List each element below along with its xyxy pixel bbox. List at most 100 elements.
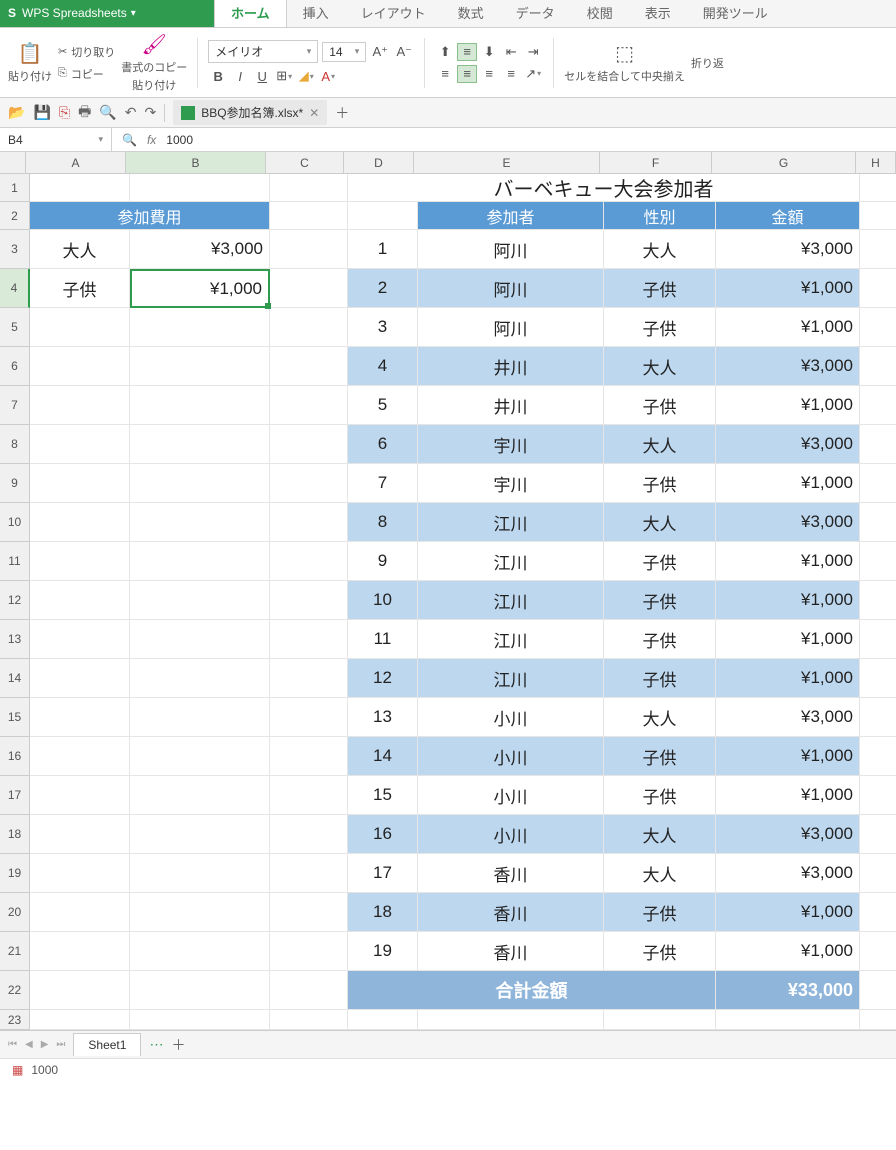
cell[interactable]	[130, 464, 270, 503]
list-num[interactable]: 9	[348, 542, 418, 581]
cell[interactable]	[860, 464, 896, 503]
cell[interactable]	[270, 932, 348, 971]
indent-inc-icon[interactable]: ⇥	[523, 43, 543, 61]
indent-dec-icon[interactable]: ⇤	[501, 43, 521, 61]
list-name[interactable]: 井川	[418, 347, 604, 386]
list-name[interactable]: 江川	[418, 542, 604, 581]
save-icon[interactable]: 💾	[33, 104, 50, 121]
cell[interactable]	[860, 503, 896, 542]
cell[interactable]	[860, 932, 896, 971]
cell[interactable]	[860, 1010, 896, 1030]
cell[interactable]	[30, 503, 130, 542]
list-amt[interactable]: ¥1,000	[716, 581, 860, 620]
row-header-6[interactable]: 6	[0, 347, 30, 386]
cell[interactable]	[860, 620, 896, 659]
tab-review[interactable]: 校閲	[571, 0, 629, 27]
cell[interactable]	[270, 620, 348, 659]
row-header-12[interactable]: 12	[0, 581, 30, 620]
close-tab-icon[interactable]: ✕	[309, 106, 319, 120]
merge-button[interactable]: ⬚ セルを結合して中央揃え	[564, 41, 685, 84]
tab-home[interactable]: ホーム	[214, 0, 287, 27]
cell[interactable]	[860, 776, 896, 815]
tab-view[interactable]: 表示	[629, 0, 687, 27]
row-header-14[interactable]: 14	[0, 659, 30, 698]
cell[interactable]	[270, 269, 348, 308]
row-header-20[interactable]: 20	[0, 893, 30, 932]
list-amt[interactable]: ¥1,000	[716, 386, 860, 425]
list-amt[interactable]: ¥3,000	[716, 425, 860, 464]
row-header-15[interactable]: 15	[0, 698, 30, 737]
list-amt[interactable]: ¥3,000	[716, 230, 860, 269]
list-sex[interactable]: 大人	[604, 854, 716, 893]
cell[interactable]	[30, 893, 130, 932]
tab-dev[interactable]: 開発ツール	[687, 0, 784, 27]
cell[interactable]	[30, 659, 130, 698]
sheet-nav-last-icon[interactable]: ⏭	[56, 1039, 65, 1050]
list-num[interactable]: 4	[348, 347, 418, 386]
list-num[interactable]: 14	[348, 737, 418, 776]
list-name[interactable]: 阿川	[418, 230, 604, 269]
list-amt[interactable]: ¥3,000	[716, 854, 860, 893]
cell[interactable]	[270, 1010, 348, 1030]
cell[interactable]	[860, 581, 896, 620]
cell[interactable]	[270, 971, 348, 1010]
row-header-23[interactable]: 23	[0, 1010, 30, 1030]
cell[interactable]	[270, 542, 348, 581]
list-sex[interactable]: 子供	[604, 776, 716, 815]
cell[interactable]	[30, 698, 130, 737]
list-num[interactable]: 1	[348, 230, 418, 269]
cell[interactable]	[270, 347, 348, 386]
list-amt[interactable]: ¥1,000	[716, 659, 860, 698]
cell[interactable]	[860, 269, 896, 308]
cell[interactable]	[860, 202, 896, 230]
cell[interactable]	[860, 971, 896, 1010]
list-sex[interactable]: 子供	[604, 620, 716, 659]
cell[interactable]	[270, 893, 348, 932]
list-num[interactable]: 12	[348, 659, 418, 698]
list-num[interactable]: 6	[348, 425, 418, 464]
row-header-4[interactable]: 4	[0, 269, 30, 308]
cell[interactable]	[270, 503, 348, 542]
list-header-sex[interactable]: 性別	[604, 202, 716, 230]
list-num[interactable]: 7	[348, 464, 418, 503]
cell[interactable]	[860, 737, 896, 776]
cell[interactable]	[130, 698, 270, 737]
cell[interactable]	[130, 737, 270, 776]
row-header-5[interactable]: 5	[0, 308, 30, 347]
row-header-17[interactable]: 17	[0, 776, 30, 815]
list-sex[interactable]: 大人	[604, 503, 716, 542]
copy-button[interactable]: ⎘コピー	[58, 66, 115, 82]
list-num[interactable]: 8	[348, 503, 418, 542]
sheet-title[interactable]: バーベキュー大会参加者	[348, 174, 860, 202]
col-header-B[interactable]: B	[126, 152, 266, 174]
align-top-icon[interactable]: ⬆	[435, 43, 455, 61]
font-select[interactable]: メイリオ▾	[208, 40, 318, 63]
formula-input[interactable]: 1000	[166, 133, 193, 147]
cell[interactable]	[130, 815, 270, 854]
sheet-more-icon[interactable]: ⋯	[149, 1036, 163, 1053]
list-name[interactable]: 江川	[418, 503, 604, 542]
total-label[interactable]: 合計金額	[348, 971, 716, 1010]
list-sex[interactable]: 子供	[604, 737, 716, 776]
cell[interactable]	[130, 503, 270, 542]
tab-data[interactable]: データ	[500, 0, 571, 27]
cell[interactable]	[716, 1010, 860, 1030]
col-header-D[interactable]: D	[344, 152, 414, 174]
cell[interactable]	[30, 815, 130, 854]
list-name[interactable]: 香川	[418, 893, 604, 932]
list-amt[interactable]: ¥3,000	[716, 815, 860, 854]
list-sex[interactable]: 子供	[604, 581, 716, 620]
cell[interactable]	[270, 581, 348, 620]
undo-icon[interactable]: ↶	[125, 104, 137, 121]
cell[interactable]	[860, 854, 896, 893]
list-amt[interactable]: ¥1,000	[716, 308, 860, 347]
list-sex[interactable]: 子供	[604, 932, 716, 971]
fee-header[interactable]: 参加費用	[30, 202, 270, 230]
row-header-2[interactable]: 2	[0, 202, 30, 230]
list-sex[interactable]: 子供	[604, 269, 716, 308]
list-sex[interactable]: 大人	[604, 698, 716, 737]
cell[interactable]	[130, 425, 270, 464]
list-name[interactable]: 香川	[418, 932, 604, 971]
cell[interactable]	[30, 581, 130, 620]
row-header-18[interactable]: 18	[0, 815, 30, 854]
